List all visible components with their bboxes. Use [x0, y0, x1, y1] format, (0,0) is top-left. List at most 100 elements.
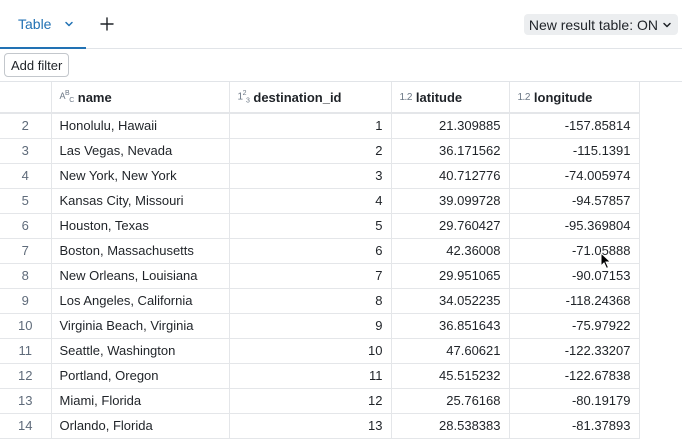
cell-destination-id[interactable]: 3 — [229, 163, 392, 189]
column-header-latitude[interactable]: 1.2 latitude — [391, 82, 510, 113]
cell-latitude[interactable]: 21.309885 — [391, 113, 510, 139]
row-number-cell[interactable]: 11 — [0, 338, 52, 364]
cell-latitude[interactable]: 28.538383 — [391, 413, 510, 439]
cell-name[interactable]: Seattle, Washington — [51, 338, 230, 364]
column-header-label: latitude — [415, 89, 463, 105]
cell-latitude[interactable]: 45.515232 — [391, 363, 510, 389]
cell-latitude[interactable]: 36.171562 — [391, 138, 510, 164]
row-number-cell[interactable]: 13 — [0, 388, 52, 414]
cell-longitude[interactable]: -122.67838 — [509, 363, 640, 389]
cell-latitude[interactable]: 42.36008 — [391, 238, 510, 264]
table-row[interactable]: 4 New York, New York 3 40.712776 -74.005974 — [0, 163, 640, 189]
table-row[interactable]: 5 Kansas City, Missouri 4 39.099728 -94.5785… — [0, 188, 640, 214]
cell-longitude[interactable]: -74.005974 — [509, 163, 640, 189]
row-number-cell[interactable]: 5 — [0, 188, 52, 214]
column-header-destination-id[interactable]: 123 destination_id — [229, 82, 392, 113]
cell-name[interactable]: Las Vegas, Nevada — [51, 138, 230, 164]
cell-latitude[interactable]: 29.951065 — [391, 263, 510, 289]
cell-destination-id[interactable]: 6 — [229, 238, 392, 264]
table-row[interactable]: 3 Las Vegas, Nevada 2 36.171562 -115.1391 — [0, 138, 640, 164]
add-tab-button[interactable] — [96, 13, 118, 35]
results-table: ABC name 123 destination_id 1.2 latitude 1.… — [0, 82, 682, 448]
cell-longitude[interactable]: -80.19179 — [509, 388, 640, 414]
cell-longitude[interactable]: -115.1391 — [509, 138, 640, 164]
table-row[interactable]: 2 Honolulu, Hawaii 1 21.309885 -157.85814 — [0, 113, 640, 139]
row-number-cell[interactable]: 14 — [0, 413, 52, 439]
new-result-table-toggle[interactable]: New result table: ON — [523, 14, 678, 35]
table-row[interactable]: 14 Orlando, Florida 13 28.538383 -81.37893 — [0, 413, 640, 439]
cell-latitude[interactable]: 40.712776 — [391, 163, 510, 189]
cell-longitude[interactable]: -157.85814 — [509, 113, 640, 139]
cell-destination-id[interactable]: 7 — [229, 263, 392, 289]
row-number-cell[interactable]: 7 — [0, 238, 52, 264]
filter-bar: Add filter — [0, 49, 682, 82]
cell-name[interactable]: Portland, Oregon — [51, 363, 230, 389]
column-header-longitude[interactable]: 1.2 longitude — [509, 82, 640, 113]
cell-destination-id[interactable]: 9 — [229, 313, 392, 339]
cell-destination-id[interactable]: 1 — [229, 113, 392, 139]
column-header-label: name — [77, 89, 112, 105]
cell-latitude[interactable]: 39.099728 — [391, 188, 510, 214]
cell-longitude[interactable]: -75.97922 — [509, 313, 640, 339]
decimal-type-icon: 1.2 — [399, 91, 413, 103]
cell-name[interactable]: New Orleans, Louisiana — [51, 263, 230, 289]
cell-name[interactable]: Virginia Beach, Virginia — [51, 313, 230, 339]
cell-name[interactable]: Orlando, Florida — [51, 413, 230, 439]
integer-type-icon: 123 — [237, 90, 250, 105]
cell-name[interactable]: Kansas City, Missouri — [51, 188, 230, 214]
cell-longitude[interactable]: -81.37893 — [509, 413, 640, 439]
cell-name[interactable]: Houston, Texas — [51, 213, 230, 239]
tab-table[interactable]: Table — [0, 0, 86, 49]
cell-longitude[interactable]: -118.24368 — [509, 288, 640, 314]
cell-latitude[interactable]: 47.60621 — [391, 338, 510, 364]
cell-destination-id[interactable]: 2 — [229, 138, 392, 164]
cell-longitude[interactable]: -95.369804 — [509, 213, 640, 239]
column-header-name[interactable]: ABC name — [51, 82, 230, 113]
cell-longitude[interactable]: -94.57857 — [509, 188, 640, 214]
row-number-cell[interactable]: 4 — [0, 163, 52, 189]
cell-latitude[interactable]: 29.760427 — [391, 213, 510, 239]
table-row[interactable]: 11 Seattle, Washington 10 47.60621 -122.3320… — [0, 338, 640, 364]
cell-latitude[interactable]: 25.76168 — [391, 388, 510, 414]
table-row[interactable]: 10 Virginia Beach, Virginia 9 36.851643 -75.… — [0, 313, 640, 339]
mouse-pointer-icon — [600, 252, 612, 270]
cell-name[interactable]: New York, New York — [51, 163, 230, 189]
cell-destination-id[interactable]: 11 — [229, 363, 392, 389]
table-row[interactable]: 8 New Orleans, Louisiana 7 29.951065 -90.071… — [0, 263, 640, 289]
row-number-cell[interactable]: 2 — [0, 113, 52, 139]
cell-longitude[interactable]: -90.07153 — [509, 263, 640, 289]
chevron-down-icon[interactable] — [63, 18, 75, 30]
cell-name[interactable]: Miami, Florida — [51, 388, 230, 414]
row-number-cell[interactable]: 9 — [0, 288, 52, 314]
cell-destination-id[interactable]: 5 — [229, 213, 392, 239]
row-number-cell[interactable]: 8 — [0, 263, 52, 289]
cell-name[interactable]: Honolulu, Hawaii — [51, 113, 230, 139]
plus-icon — [100, 17, 114, 31]
cell-destination-id[interactable]: 8 — [229, 288, 392, 314]
cell-latitude[interactable]: 36.851643 — [391, 313, 510, 339]
cell-destination-id[interactable]: 4 — [229, 188, 392, 214]
cell-name[interactable]: Boston, Massachusetts — [51, 238, 230, 264]
cell-latitude[interactable]: 34.052235 — [391, 288, 510, 314]
row-number-cell[interactable]: 3 — [0, 138, 52, 164]
cell-longitude[interactable]: -122.33207 — [509, 338, 640, 364]
column-header-label: destination_id — [253, 89, 342, 105]
table-row[interactable]: 6 Houston, Texas 5 29.760427 -95.369804 — [0, 213, 640, 239]
row-number-cell[interactable]: 10 — [0, 313, 52, 339]
table-row[interactable]: 13 Miami, Florida 12 25.76168 -80.19179 — [0, 388, 640, 414]
table-row[interactable]: 9 Los Angeles, California 8 34.052235 -118.2… — [0, 288, 640, 314]
column-header-label: longitude — [533, 89, 593, 105]
table-row[interactable]: 12 Portland, Oregon 11 45.515232 -122.67838 — [0, 363, 640, 389]
results-tab-bar: Table New result table: ON — [0, 0, 682, 49]
table-header-row: ABC name 123 destination_id 1.2 latitude 1.… — [0, 82, 640, 113]
string-type-icon: ABC — [59, 90, 75, 105]
cell-destination-id[interactable]: 13 — [229, 413, 392, 439]
row-number-cell[interactable]: 6 — [0, 213, 52, 239]
cell-destination-id[interactable]: 12 — [229, 388, 392, 414]
cell-name[interactable]: Los Angeles, California — [51, 288, 230, 314]
cell-destination-id[interactable]: 10 — [229, 338, 392, 364]
row-number-cell[interactable]: 12 — [0, 363, 52, 389]
add-filter-button[interactable]: Add filter — [4, 53, 70, 77]
cell-longitude[interactable]: -71.05888 — [509, 238, 640, 264]
table-row[interactable]: 7 Boston, Massachusetts 6 42.36008 -71.05888 — [0, 238, 640, 264]
